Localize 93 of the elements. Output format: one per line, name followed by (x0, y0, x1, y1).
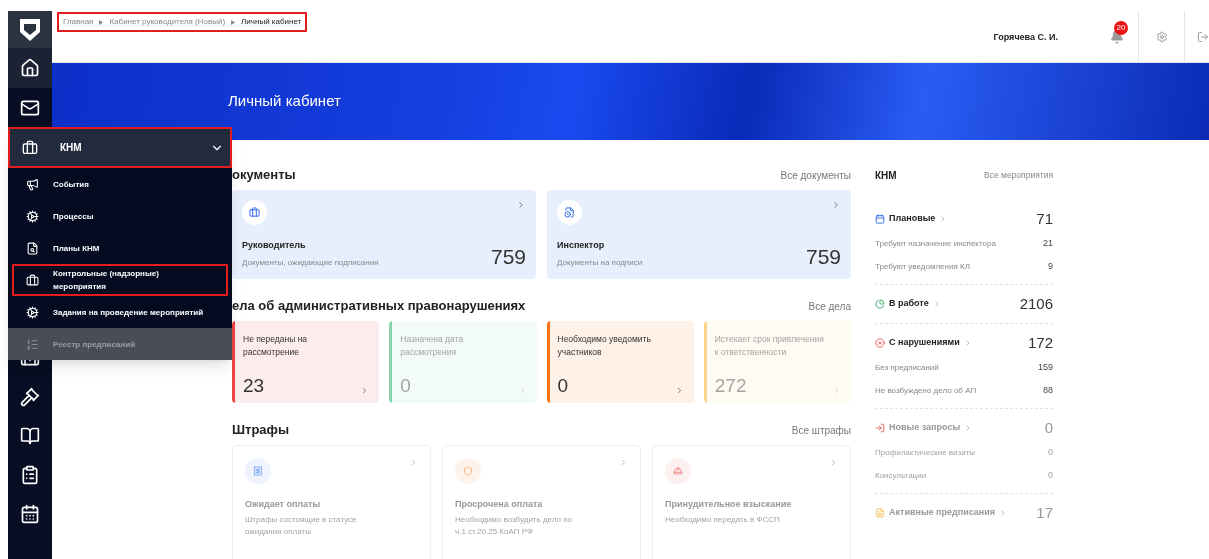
document-card[interactable]: Руководитель Документы, ожидающие подписания 759 (232, 190, 536, 279)
enter-icon (875, 423, 885, 433)
case-label: Не переданы на рассмотрение (243, 333, 309, 359)
category-count: 2106 (1019, 293, 1053, 314)
notification-badge: 20 (1114, 20, 1128, 35)
metric-label: Не возбуждено дело об АП (875, 384, 977, 397)
view-all-link[interactable]: Все дела (808, 298, 851, 314)
calendar-icon[interactable] (20, 504, 40, 524)
cross-circle-icon (875, 338, 885, 348)
receipt-icon (253, 466, 263, 476)
section-title: ела об административных правонарушениях (232, 297, 526, 316)
list-settings-icon[interactable] (20, 465, 40, 485)
fine-subtitle: Штрафы состоящие в статусе ожидания оплаты (245, 513, 358, 538)
metric-label: Консультации (875, 469, 927, 482)
document-search-icon (26, 241, 39, 255)
metric-label: Требуют уведомления КЛ (875, 260, 970, 273)
metric-value: 159 (1037, 360, 1053, 374)
menu-group-label: КНМ (60, 141, 83, 155)
fine-subtitle: Необходимо возбудить дело по ч.1 ст.20.25 КоАП РФ (455, 513, 573, 538)
card-title: Инспектор (557, 239, 606, 252)
helmet-icon (673, 466, 683, 476)
separator-icon (99, 19, 104, 25)
card-subtitle: Документы, ожидающие подписания (242, 256, 379, 269)
page-title: Личный кабинет (228, 91, 341, 112)
home-icon[interactable] (20, 58, 40, 78)
card-title: Руководитель (242, 239, 307, 252)
menu-item[interactable]: Планы КНМ (8, 232, 232, 264)
case-count: 23 (243, 376, 265, 395)
menu-item[interactable]: События (8, 168, 232, 200)
case-count: 0 (400, 376, 411, 395)
section-title: КНМ (875, 168, 897, 183)
card-subtitle: Документы на подписи (557, 256, 643, 269)
shield-icon (463, 466, 473, 476)
case-label: Истекает срок привлечения к ответственности (714, 333, 825, 359)
breadcrumb-link[interactable]: Главная (63, 16, 94, 28)
menu-item[interactable]: Процессы (8, 200, 232, 232)
exit-icon[interactable] (1197, 30, 1209, 43)
case-count: 272 (714, 376, 747, 395)
metric-value: 9 (1048, 259, 1053, 273)
user-name[interactable]: Горячева С. И. (993, 31, 1058, 45)
briefcase-icon (26, 273, 39, 287)
menu-item[interactable]: Контрольные (надзорные) мероприятия (12, 264, 228, 296)
breadcrumb-link[interactable]: Кабинет руководителя (Новый) (109, 16, 226, 28)
mail-icon[interactable] (20, 98, 40, 118)
metric-value: 0 (1048, 468, 1053, 482)
fine-title: Принудительное взыскание (665, 498, 793, 511)
case-label: Назначена дата рассмотрения (400, 333, 465, 359)
category-link[interactable]: С нарушениями (875, 336, 972, 350)
metric-label: Без предписаний (875, 361, 939, 374)
metric-label: Требуют назначение инспектора (875, 237, 996, 250)
document-clock-icon (564, 207, 575, 218)
numbered-list-icon (26, 337, 39, 351)
category-link[interactable]: В работе (875, 297, 941, 311)
case-label: Необходимо уведомить участников (557, 333, 652, 359)
document-card[interactable]: Инспектор Документы на подписи 759 (547, 190, 851, 279)
pie-chart-icon (875, 299, 885, 309)
section-title: Штрафы (232, 421, 290, 440)
view-all-link[interactable]: Все документы (780, 167, 851, 183)
fine-subtitle: Необходимо передать в ФССП (665, 513, 781, 526)
breadcrumb-link[interactable]: Личный кабинет (241, 16, 302, 28)
document-icon (875, 508, 885, 518)
metric-value: 21 (1043, 236, 1053, 250)
case-count: 0 (557, 376, 569, 395)
megaphone-icon (26, 177, 39, 191)
view-all-link[interactable]: Все мероприятия (984, 168, 1053, 182)
calendar-icon (875, 214, 885, 224)
view-all-link[interactable]: Все штрафы (791, 422, 851, 438)
card-count: 759 (805, 245, 841, 267)
menu-item[interactable]: Задания на проведение мероприятий (8, 296, 232, 328)
fine-title: Просрочена оплата (455, 498, 544, 511)
menu-group-header[interactable]: КНМ (8, 127, 232, 168)
briefcase-icon (249, 207, 260, 218)
briefcase-icon (22, 139, 38, 156)
gavel-icon[interactable] (20, 387, 40, 407)
fine-title: Ожидает оплаты (245, 498, 322, 511)
case-card[interactable]: Не переданы на рассмотрение 23 (232, 321, 380, 403)
logo-icon[interactable] (8, 11, 52, 48)
metric-value: 0 (1048, 445, 1053, 459)
chevron-icon[interactable] (831, 200, 841, 210)
category-link[interactable]: Плановые (875, 212, 948, 226)
category-count: 172 (1027, 332, 1053, 353)
book-icon[interactable] (20, 426, 40, 446)
metric-label: Профилактические визиты (875, 446, 976, 459)
case-card[interactable]: Необходимо уведомить участников 0 (546, 321, 694, 403)
settings-icon[interactable] (1155, 30, 1168, 43)
metric-value: 88 (1043, 383, 1053, 397)
category-count: 17 (1036, 502, 1053, 523)
category-count: 0 (1044, 417, 1053, 438)
separator-icon (231, 19, 236, 25)
section-title: окументы (232, 166, 296, 185)
card-count: 759 (490, 245, 526, 267)
category-count: 71 (1036, 208, 1053, 229)
chevron-icon[interactable] (516, 200, 526, 210)
